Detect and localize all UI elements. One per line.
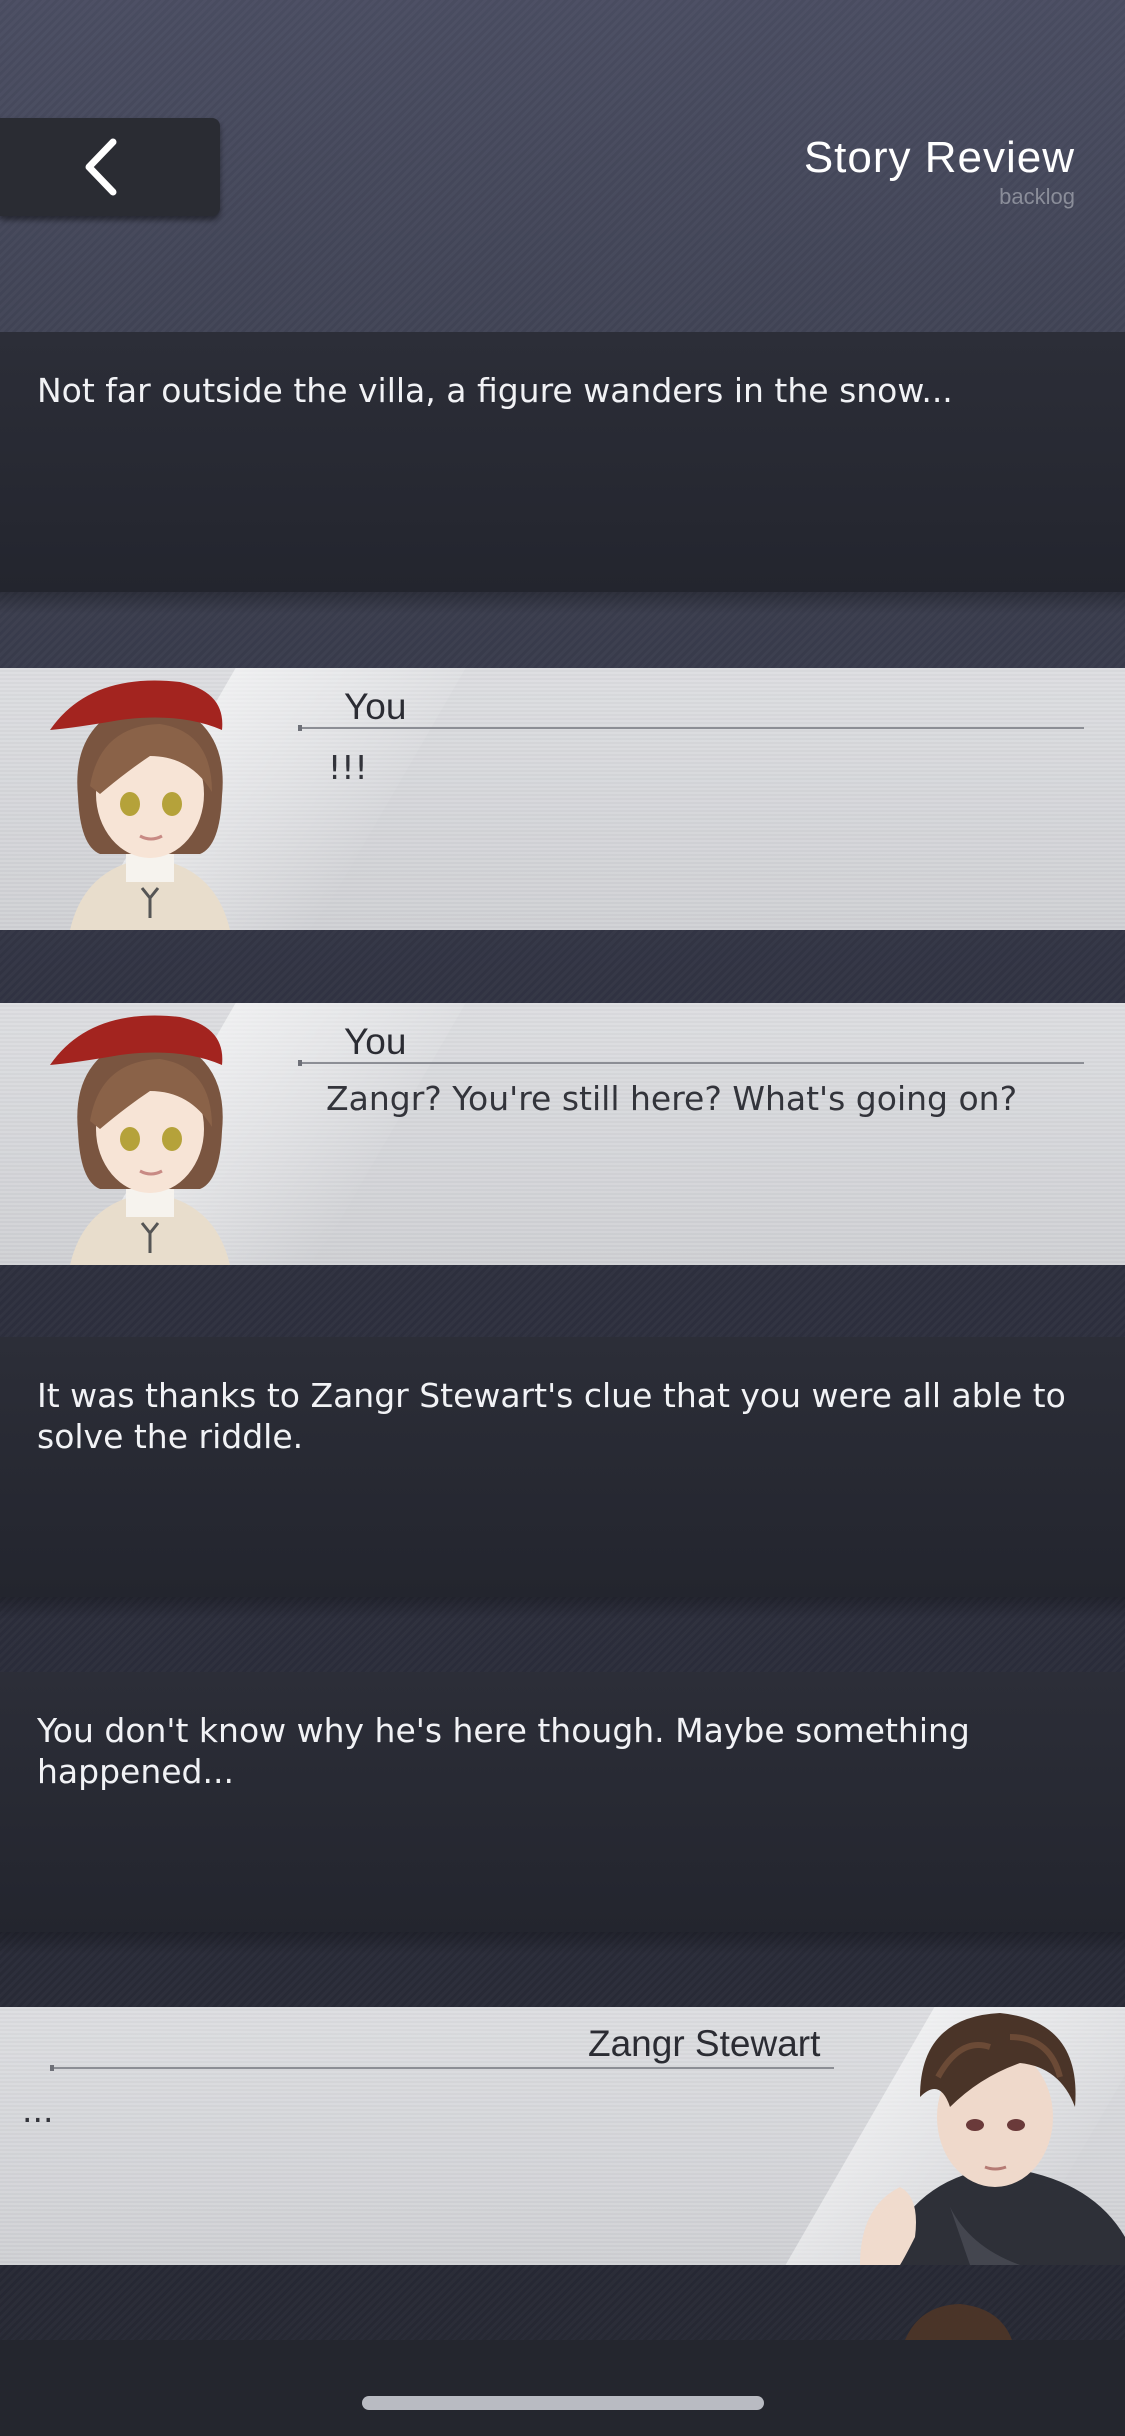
title-main: Story Review: [803, 133, 1075, 182]
speaker-divider: [298, 1060, 1084, 1066]
dialogue-entry[interactable]: You Zangr? You're still here? What's goi…: [0, 1003, 1125, 1265]
dialogue-text: ...: [22, 2091, 54, 2130]
home-indicator[interactable]: [362, 2396, 764, 2410]
title-subtitle: backlog: [999, 184, 1075, 209]
back-button[interactable]: [0, 118, 220, 216]
page-title: Story Review backlog: [804, 132, 1075, 210]
speaker-divider: [50, 2065, 834, 2071]
dialogue-text: !!!: [328, 748, 368, 787]
dialogue-entry[interactable]: Zangr Stewart ...: [0, 2007, 1125, 2265]
dialogue-text: Zangr? You're still here? What's going o…: [326, 1079, 1018, 1118]
speaker-name: You: [344, 1021, 407, 1062]
chevron-left-icon: [85, 138, 117, 196]
speaker-name: You: [344, 686, 407, 727]
dialogue-entry[interactable]: You !!!: [0, 668, 1125, 930]
female-protagonist-portrait: [50, 680, 230, 930]
narration-text: It was thanks to Zangr Stewart's clue th…: [37, 1376, 1066, 1456]
narration-entry[interactable]: It was thanks to Zangr Stewart's clue th…: [0, 1337, 1125, 1619]
female-protagonist-portrait: [50, 1015, 230, 1265]
bottom-bar: [0, 2340, 1125, 2436]
speaker-name: Zangr Stewart: [588, 2023, 821, 2064]
next-portrait-peek: [905, 2304, 1012, 2340]
narration-text: You don't know why he's here though. May…: [37, 1711, 970, 1791]
narration-entry[interactable]: Not far outside the villa, a figure wand…: [0, 332, 1125, 614]
zangr-stewart-portrait: [860, 2013, 1125, 2265]
narration-text: Not far outside the villa, a figure wand…: [37, 371, 953, 410]
narration-entry[interactable]: You don't know why he's here though. May…: [0, 1672, 1125, 1954]
speaker-divider: [298, 725, 1084, 731]
